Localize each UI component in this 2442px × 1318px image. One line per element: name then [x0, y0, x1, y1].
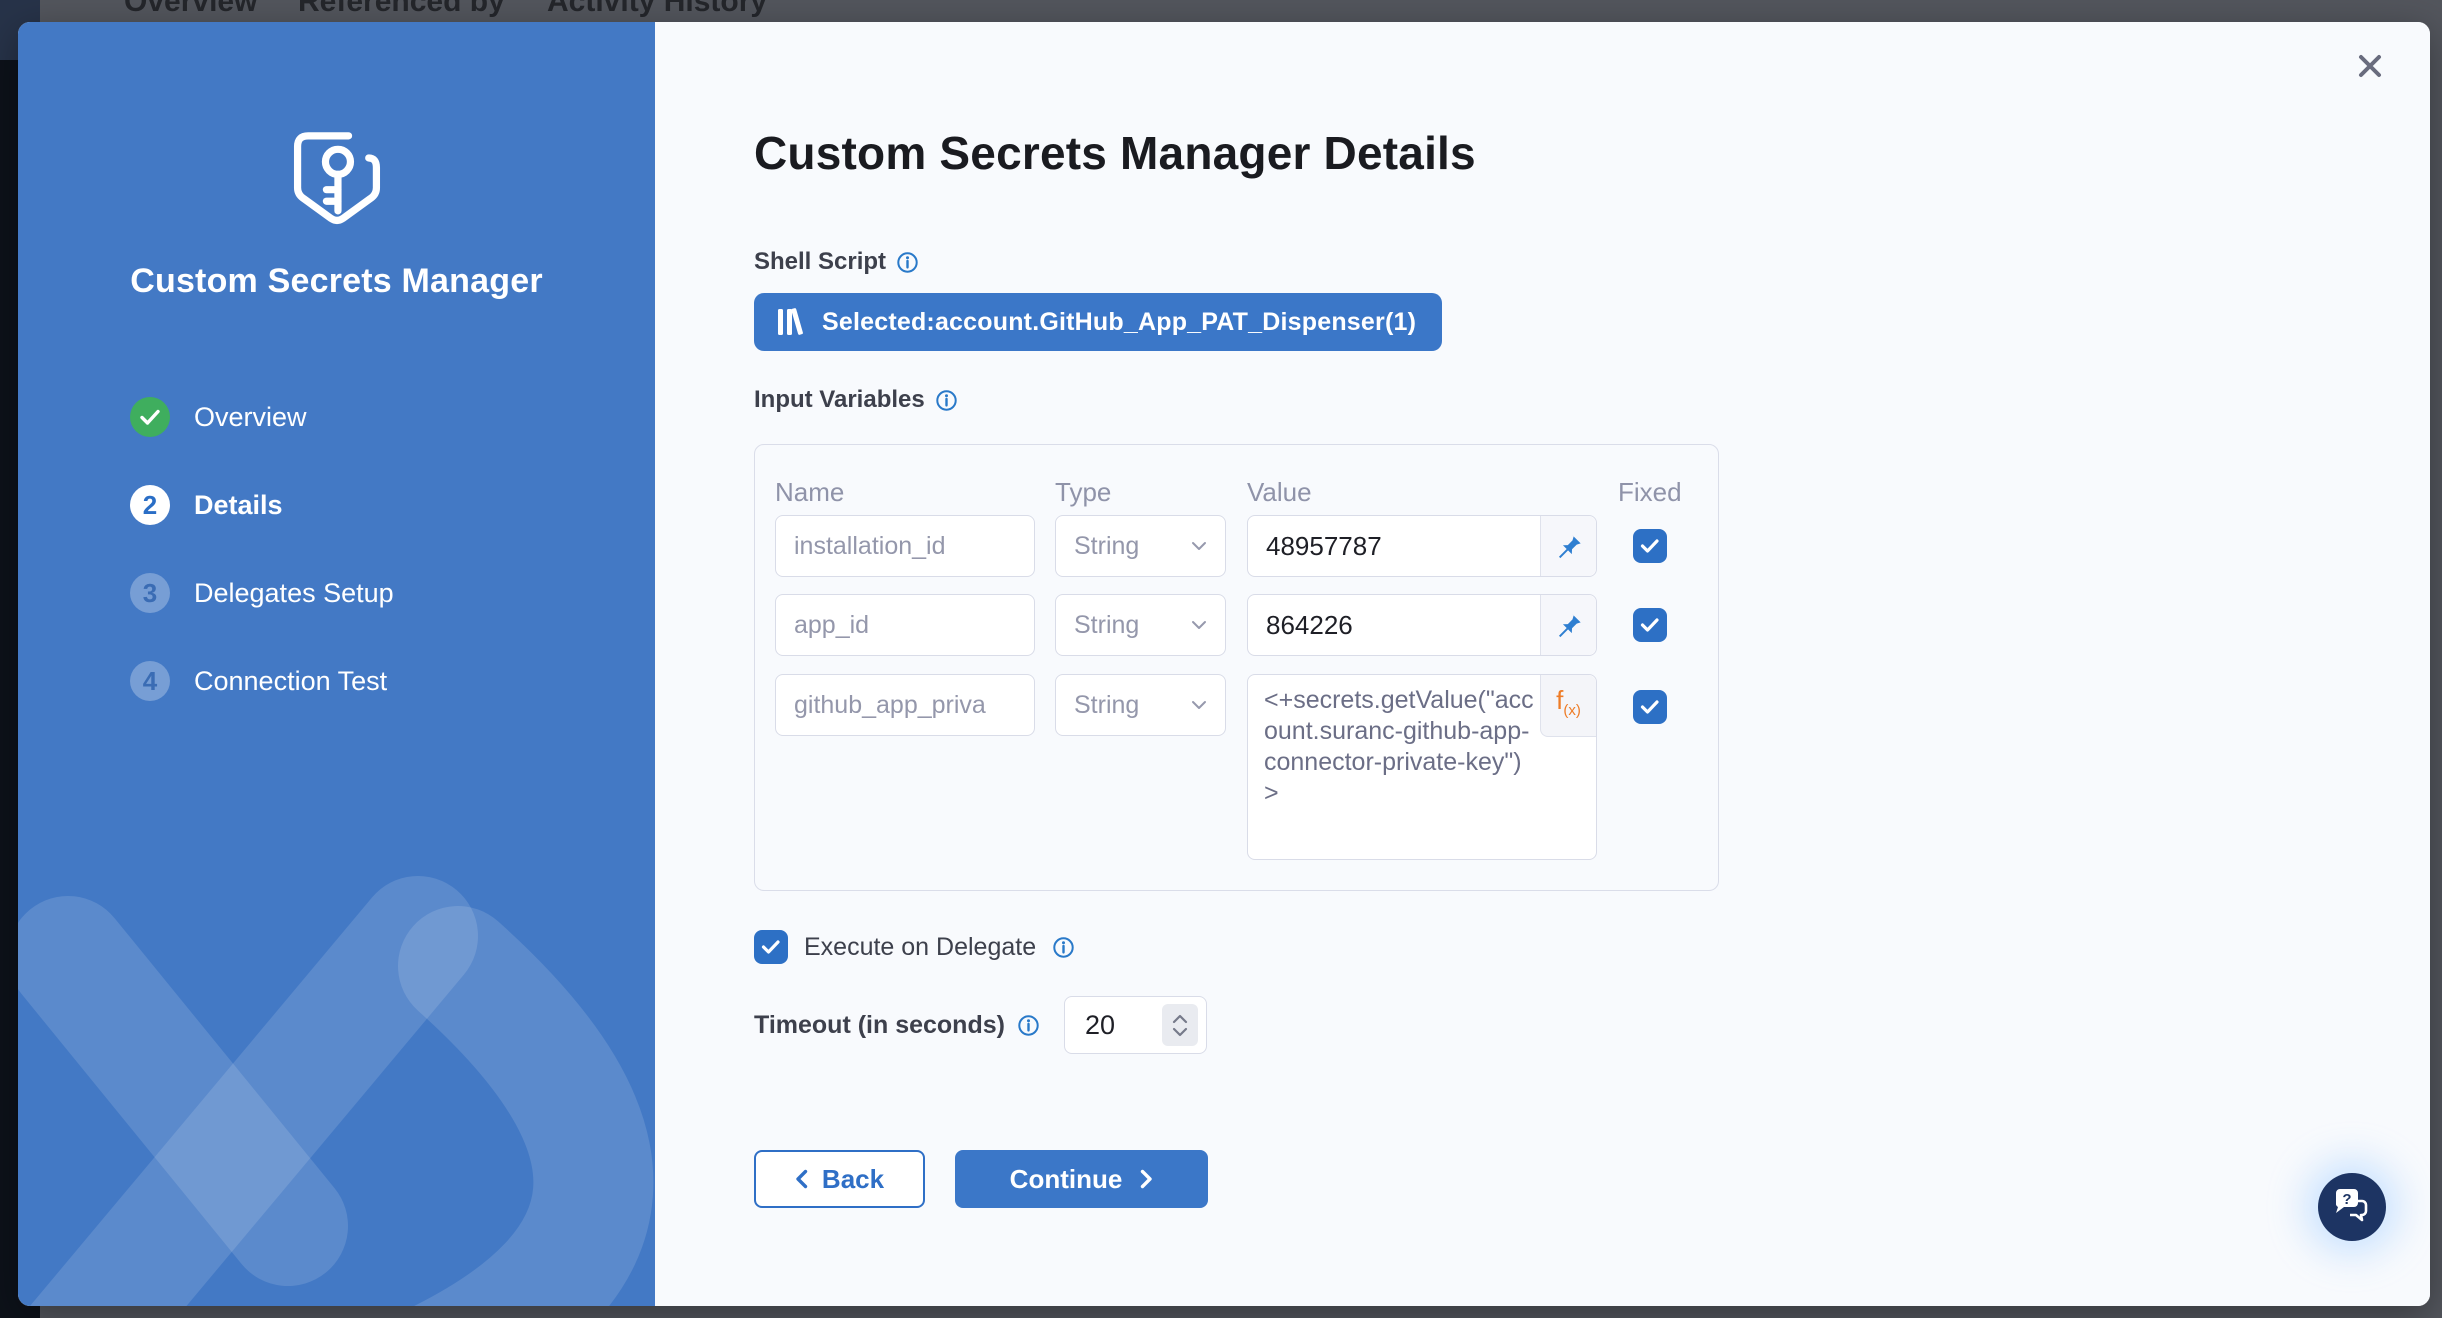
fixed-checkbox[interactable] [1633, 529, 1667, 563]
chevron-right-icon [1140, 1169, 1153, 1189]
variable-value-text: <+secrets.getValue("account.suranc-githu… [1264, 686, 1534, 807]
variable-value-text: 864226 [1266, 610, 1353, 641]
info-icon[interactable] [1017, 1014, 1040, 1037]
continue-button-label: Continue [1010, 1164, 1123, 1195]
fixed-value-pin-icon[interactable] [1540, 595, 1596, 655]
expression-fx-icon[interactable]: f(x) [1540, 675, 1596, 737]
variable-value-input[interactable]: <+secrets.getValue("account.suranc-githu… [1247, 674, 1597, 860]
variable-type-value: String [1074, 691, 1139, 720]
background-tab-activity-history[interactable]: Activity History [547, 0, 767, 19]
back-button[interactable]: Back [754, 1150, 925, 1208]
timeout-row: Timeout (in seconds) 20 [754, 996, 1207, 1054]
timeout-input[interactable]: 20 [1064, 996, 1207, 1054]
variable-value-input[interactable]: 48957787 [1247, 515, 1597, 577]
input-variables-table: Name Type Value Fixed installation_id St… [754, 444, 1719, 891]
info-icon[interactable] [896, 251, 919, 274]
selected-shell-script-button[interactable]: Selected:account.GitHub_App_PAT_Dispense… [754, 293, 1442, 351]
svg-text:?: ? [2342, 1191, 2351, 1208]
timeout-value: 20 [1085, 1010, 1115, 1041]
custom-secrets-manager-modal: Custom Secrets Manager Overview 2 Detail… [18, 22, 2430, 1306]
background-tab-overview[interactable]: Overview [124, 0, 257, 19]
variable-name-input[interactable]: app_id [775, 594, 1035, 656]
info-icon[interactable] [1052, 936, 1075, 959]
input-variables-rows: installation_id String 48957787 app_id S… [775, 445, 1700, 890]
background-tab-bar: Overview Referenced by Activity History [0, 0, 2442, 22]
step-label: Details [194, 490, 283, 521]
variable-type-value: String [1074, 611, 1139, 640]
wizard-steps: Overview 2 Details 3 Delegates Setup 4 C… [130, 397, 394, 749]
step-connection-test[interactable]: 4 Connection Test [130, 661, 394, 701]
step-label: Connection Test [194, 666, 387, 697]
fixed-checkbox[interactable] [1633, 690, 1667, 724]
variable-value-input[interactable]: 864226 [1247, 594, 1597, 656]
step-delegates-setup[interactable]: 3 Delegates Setup [130, 573, 394, 613]
execute-on-delegate-checkbox[interactable] [754, 930, 788, 964]
details-panel: Custom Secrets Manager Details Shell Scr… [655, 22, 2430, 1306]
variable-type-select[interactable]: String [1055, 594, 1226, 656]
back-button-label: Back [822, 1164, 884, 1195]
step-number: 4 [130, 661, 170, 701]
variable-name-input[interactable]: installation_id [775, 515, 1035, 577]
info-icon[interactable] [935, 389, 958, 412]
chevron-left-icon [795, 1169, 808, 1189]
execute-on-delegate-label: Execute on Delegate [804, 933, 1036, 962]
step-label: Overview [194, 402, 307, 433]
step-complete-check-icon [130, 397, 170, 437]
execute-on-delegate-row: Execute on Delegate [754, 930, 1075, 964]
shell-script-label: Shell Script [754, 248, 886, 276]
fixed-value-pin-icon[interactable] [1540, 516, 1596, 576]
step-number: 2 [130, 485, 170, 525]
template-library-icon [776, 306, 806, 338]
input-variables-label: Input Variables [754, 386, 925, 414]
footer-buttons: Back Continue [754, 1150, 1208, 1208]
chevron-down-icon [1191, 541, 1207, 551]
step-number: 3 [130, 573, 170, 613]
help-chat-button[interactable]: ? [2318, 1173, 2386, 1241]
variable-value-text: 48957787 [1266, 531, 1382, 562]
continue-button[interactable]: Continue [955, 1150, 1208, 1208]
selected-shell-script-text: Selected:account.GitHub_App_PAT_Dispense… [822, 308, 1416, 337]
variable-type-value: String [1074, 532, 1139, 561]
chevron-down-icon [1191, 620, 1207, 630]
timeout-label: Timeout (in seconds) [754, 1011, 1005, 1040]
close-icon[interactable] [2350, 46, 2390, 86]
step-details[interactable]: 2 Details [130, 485, 394, 525]
number-stepper[interactable] [1162, 1004, 1198, 1046]
variable-type-select[interactable]: String [1055, 674, 1226, 736]
page-title: Custom Secrets Manager Details [754, 126, 1476, 180]
variable-name-input[interactable]: github_app_priva [775, 674, 1035, 736]
chevron-down-icon [1191, 700, 1207, 710]
harness-logo-watermark [18, 806, 655, 1306]
variable-type-select[interactable]: String [1055, 515, 1226, 577]
chat-help-icon: ? [2332, 1189, 2372, 1225]
fixed-checkbox[interactable] [1633, 608, 1667, 642]
wizard-title: Custom Secrets Manager [18, 262, 655, 301]
wizard-sidebar: Custom Secrets Manager Overview 2 Detail… [18, 22, 655, 1306]
step-overview[interactable]: Overview [130, 397, 394, 437]
step-label: Delegates Setup [194, 578, 394, 609]
background-tab-referenced-by[interactable]: Referenced by [298, 0, 505, 19]
shield-key-icon [287, 126, 387, 238]
